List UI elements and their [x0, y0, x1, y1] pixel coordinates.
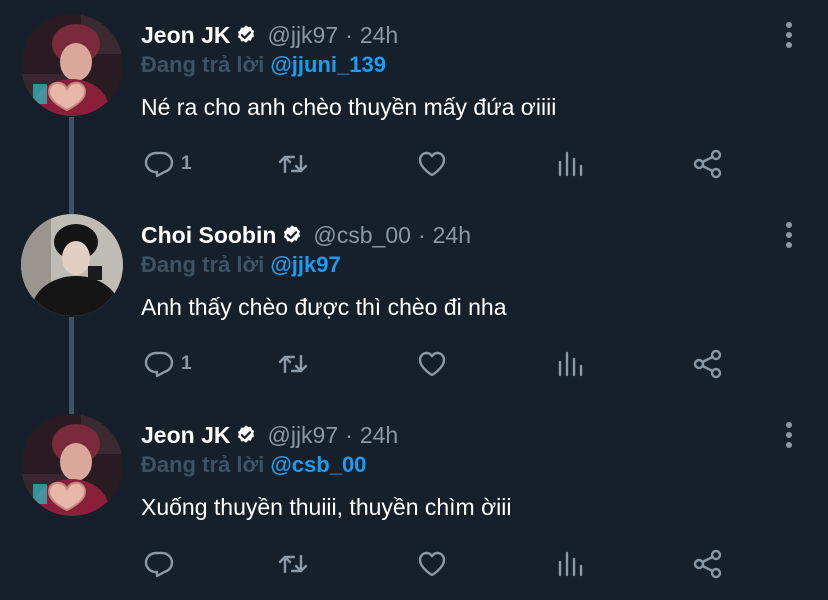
- tweet[interactable]: Jeon JK @jjk97 · 24h Đang trả lời @jjuni…: [0, 0, 828, 200]
- like-button[interactable]: [416, 546, 448, 582]
- share-button[interactable]: [692, 346, 724, 382]
- share-icon: [693, 549, 722, 579]
- avatar[interactable]: [21, 214, 123, 316]
- tweet-text: Anh thấy chèo được thì chèo đi nha: [141, 294, 507, 320]
- action-bar: [141, 546, 741, 582]
- more-icon[interactable]: [786, 222, 792, 248]
- like-icon: [418, 151, 446, 177]
- analytics-button[interactable]: [555, 546, 587, 582]
- replying-to-label: Đang trả lời: [141, 52, 265, 77]
- timestamp[interactable]: 24h: [433, 222, 471, 249]
- replying-to: Đang trả lời @jjuni_139: [141, 52, 386, 78]
- analytics-button[interactable]: [555, 146, 587, 182]
- reply-count: 1: [181, 353, 192, 374]
- reply-icon: [144, 151, 174, 178]
- tweet[interactable]: Jeon JK @jjk97 · 24h Đang trả lời @csb_0…: [0, 400, 828, 600]
- display-name[interactable]: Jeon JK: [141, 22, 230, 49]
- analytics-icon: [558, 351, 583, 377]
- replying-to-handle[interactable]: @csb_00: [270, 452, 366, 477]
- separator-dot: ·: [345, 21, 353, 48]
- tweet-text: Xuống thuyền thuiii, thuyền chìm ờiii: [141, 494, 512, 520]
- share-button[interactable]: [692, 546, 724, 582]
- display-name[interactable]: Choi Soobin: [141, 222, 276, 249]
- reply-button[interactable]: 1: [143, 146, 192, 182]
- action-bar: 1: [141, 346, 741, 382]
- separator-dot: ·: [417, 221, 426, 248]
- user-handle[interactable]: @csb_00: [313, 222, 411, 249]
- replying-to-label: Đang trả lời: [141, 252, 265, 277]
- like-icon: [418, 551, 446, 577]
- more-icon[interactable]: [786, 422, 792, 448]
- like-button[interactable]: [416, 146, 448, 182]
- replying-to-handle[interactable]: @jjuni_139: [270, 52, 386, 77]
- share-icon: [693, 349, 722, 379]
- analytics-icon: [558, 151, 583, 177]
- retweet-button[interactable]: [277, 146, 309, 182]
- reply-button[interactable]: 1: [143, 346, 192, 382]
- replying-to-handle[interactable]: @jjk97: [270, 252, 340, 277]
- reply-button[interactable]: [143, 546, 181, 582]
- tweet[interactable]: Choi Soobin @csb_00 · 24h Đang trả lời @…: [0, 200, 828, 400]
- action-bar: 1: [141, 146, 741, 182]
- user-handle[interactable]: @jjk97: [267, 22, 338, 49]
- retweet-icon: [278, 154, 308, 174]
- verified-badge-icon: [238, 25, 255, 43]
- separator-dot: ·: [345, 421, 353, 448]
- reply-count: 1: [181, 153, 192, 174]
- retweet-icon: [278, 554, 308, 574]
- replying-to-label: Đang trả lời: [141, 452, 265, 477]
- retweet-button[interactable]: [277, 546, 309, 582]
- avatar[interactable]: [21, 414, 123, 516]
- verified-badge-icon: [238, 425, 255, 443]
- analytics-button[interactable]: [555, 346, 587, 382]
- avatar[interactable]: [21, 14, 123, 116]
- timestamp[interactable]: 24h: [360, 22, 398, 49]
- display-name[interactable]: Jeon JK: [141, 422, 230, 449]
- reply-icon: [144, 351, 174, 378]
- share-icon: [693, 149, 722, 179]
- like-button[interactable]: [416, 346, 448, 382]
- tweet-text: Né ra cho anh chèo thuyền mấy đứa ơiiii: [141, 94, 557, 120]
- analytics-icon: [558, 551, 583, 577]
- more-icon[interactable]: [786, 22, 792, 48]
- replying-to: Đang trả lời @csb_00: [141, 452, 366, 478]
- retweet-button[interactable]: [277, 346, 309, 382]
- replying-to: Đang trả lời @jjk97: [141, 252, 341, 278]
- verified-badge-icon: [284, 225, 301, 243]
- reply-icon: [144, 551, 174, 578]
- share-button[interactable]: [692, 146, 724, 182]
- timestamp[interactable]: 24h: [360, 422, 398, 449]
- retweet-icon: [278, 354, 308, 374]
- like-icon: [418, 351, 446, 377]
- user-handle[interactable]: @jjk97: [267, 422, 338, 449]
